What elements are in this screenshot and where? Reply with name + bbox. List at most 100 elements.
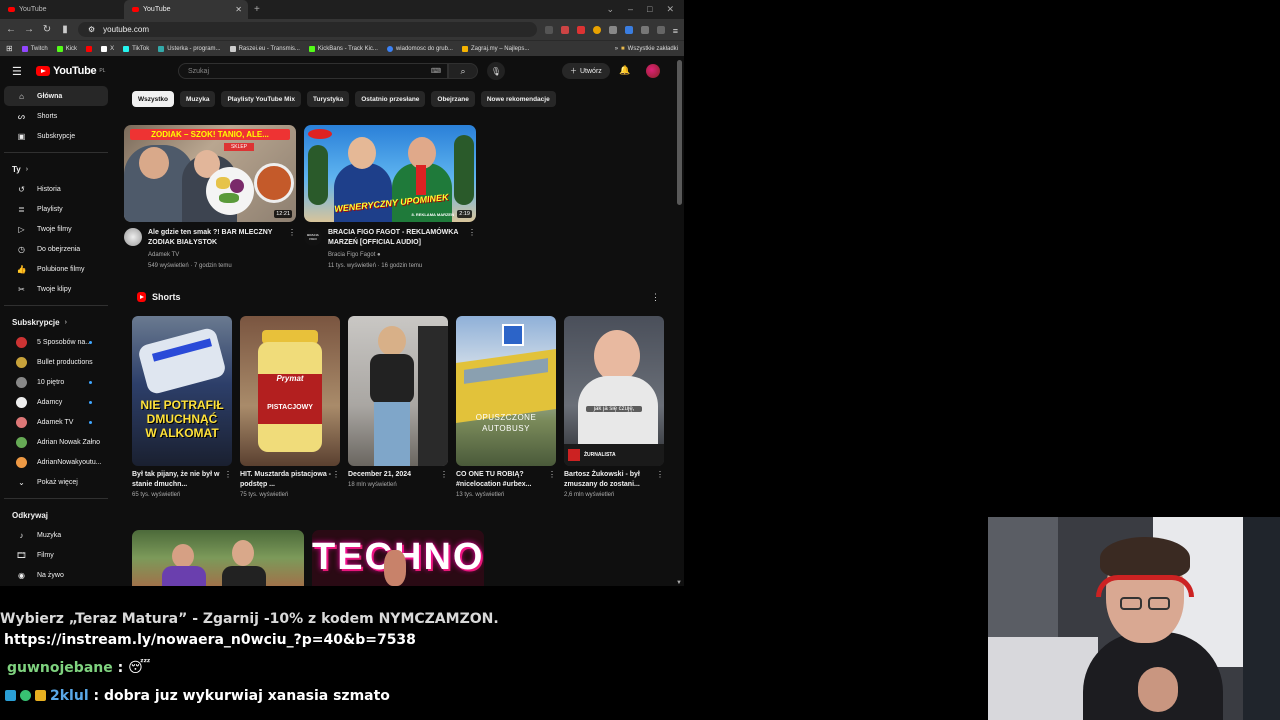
video-thumbnail[interactable]: WENERYCZNY UPOMINEK 8. REKLAMA MARZEŃ 2:… <box>304 125 476 222</box>
site-info-icon[interactable]: ⚙ <box>88 25 95 34</box>
sidebar-item-shorts[interactable]: ᔕ Shorts <box>4 106 108 126</box>
bookmark-item[interactable]: Twitch <box>21 45 48 52</box>
sidebar-item-subscriptions[interactable]: ▣ Subskrypcje <box>4 126 108 146</box>
extension-icon[interactable] <box>608 25 617 34</box>
video-thumbnail[interactable]: TECHNO <box>312 530 484 586</box>
short-thumbnail[interactable]: NIE POTRAFIŁ DMUCHNĄĆ W ALKOMAT <box>132 316 232 466</box>
bookmark-item[interactable] <box>86 45 93 52</box>
sidebar-section-you[interactable]: Ty › <box>0 159 116 179</box>
short-card[interactable]: December 21, 2024 ⋮ 18 mln wyświetleń <box>348 316 448 488</box>
search-input[interactable]: Szukaj ⌨ <box>178 63 448 79</box>
all-bookmarks[interactable]: » ■ Wszystkie zakładki <box>615 46 678 52</box>
voice-search-button[interactable]: 🎙 <box>487 62 505 80</box>
sidebar-sub-channel[interactable]: Adamcy <box>4 392 108 412</box>
more-actions-icon[interactable]: ⋮ <box>332 470 340 490</box>
hamburger-menu-icon[interactable]: ☰ <box>12 65 26 78</box>
apps-icon[interactable]: ⊞ <box>6 44 13 53</box>
maximize-icon[interactable]: □ <box>647 4 652 15</box>
tab-search-icon[interactable]: ⌄ <box>606 4 614 15</box>
sidebar-sub-channel[interactable]: AdrianNowakyoutu... <box>4 452 108 472</box>
back-icon[interactable]: ← <box>6 24 16 35</box>
chip-music[interactable]: Muzyka <box>179 91 216 107</box>
chip-new-recommendations[interactable]: Nowe rekomendacje <box>480 91 556 107</box>
short-title[interactable]: HIT. Musztarda pistacjowa - podstęp ... <box>240 470 332 490</box>
bookmark-item[interactable]: Raszei.eu - Transmis... <box>229 45 300 52</box>
more-actions-icon[interactable]: ⋮ <box>656 470 664 490</box>
forward-icon[interactable]: → <box>24 24 34 35</box>
short-thumbnail[interactable]: OPUSZCZONE AUTOBUSY <box>456 316 556 466</box>
bookmark-item[interactable]: TikTok <box>123 45 149 52</box>
account-avatar[interactable] <box>646 64 660 78</box>
sidebar-item-music[interactable]: ♪ Muzyka <box>4 525 108 545</box>
extension-icon[interactable] <box>544 25 553 34</box>
keyboard-icon[interactable]: ⌨ <box>431 67 441 75</box>
sidebar-item-history[interactable]: ↺ Historia <box>4 179 108 199</box>
short-title[interactable]: December 21, 2024 <box>348 470 440 480</box>
chip-watched[interactable]: Obejrzane <box>431 91 475 107</box>
chip-mix[interactable]: Playlisty YouTube Mix <box>221 91 302 107</box>
minimize-icon[interactable]: – <box>628 4 633 15</box>
extension-icon[interactable] <box>624 25 633 34</box>
video-thumbnail[interactable] <box>132 530 304 586</box>
bookmark-item[interactable]: KickBans - Track Kic... <box>308 45 378 52</box>
menu-icon[interactable]: ≡ <box>673 26 678 36</box>
sidebar-item-your-videos[interactable]: ▷ Twoje filmy <box>4 219 108 239</box>
more-actions-icon[interactable]: ⋮ <box>468 228 476 272</box>
close-tab-icon[interactable]: ✕ <box>235 5 242 14</box>
sidebar-item-live[interactable]: ◉ Na żywo <box>4 565 108 585</box>
extension-icon[interactable] <box>640 25 649 34</box>
sidebar-sub-channel[interactable]: Adrian Nowak Załno <box>4 432 108 452</box>
search-button[interactable]: ⌕ <box>448 63 478 79</box>
chip-all[interactable]: Wszystko <box>132 91 174 107</box>
more-actions-icon[interactable]: ⋮ <box>224 470 232 490</box>
extension-icon[interactable] <box>560 25 569 34</box>
sidebar-item-playlists[interactable]: ≣ Playlisty <box>4 199 108 219</box>
extension-icon[interactable] <box>576 25 585 34</box>
sidebar-sub-channel[interactable]: Adamek TV <box>4 412 108 432</box>
reload-icon[interactable]: ↻ <box>42 24 52 35</box>
browser-tab-active[interactable]: YouTube ✕ <box>124 0 248 19</box>
video-title[interactable]: BRACIA FIGO FAGOT - REKLAMÓWKA MARZEŃ [O… <box>328 228 462 248</box>
sidebar-sub-channel[interactable]: Bullet productions <box>4 352 108 372</box>
short-thumbnail[interactable] <box>348 316 448 466</box>
bookmark-item[interactable]: Kick <box>56 45 77 52</box>
bookmark-icon[interactable]: ▮ <box>60 24 70 35</box>
scroll-down-arrow-icon[interactable]: ▼ <box>676 580 682 586</box>
video-card[interactable]: WENERYCZNY UPOMINEK 8. REKLAMA MARZEŃ 2:… <box>304 125 476 272</box>
video-thumbnail[interactable]: SKLEP ZODIAK – SZOK! TANIO, ALE... 12:21 <box>124 125 296 222</box>
address-bar[interactable]: ⚙ youtube.com <box>78 22 537 37</box>
short-card[interactable]: NIE POTRAFIŁ DMUCHNĄĆ W ALKOMAT Był tak … <box>132 316 232 498</box>
short-title[interactable]: Bartosz Żukowski - był zmuszany do zosta… <box>564 470 656 490</box>
sidebar-sub-channel[interactable]: 10 piętro <box>4 372 108 392</box>
more-actions-icon[interactable]: ⋮ <box>440 470 448 480</box>
more-actions-icon[interactable]: ⋮ <box>651 292 660 303</box>
channel-name[interactable]: Bracia Figo Fagot ● <box>328 250 462 261</box>
youtube-logo[interactable]: YouTube PL <box>36 65 105 77</box>
video-title[interactable]: Ale gdzie ten smak ?! BAR MLECZNY ZODIAK… <box>148 228 282 248</box>
short-card[interactable]: Prymat PISTACJOWY HIT. Musztarda pistacj… <box>240 316 340 498</box>
short-card[interactable]: jak ja się czuję, ŻURNALISTA Bartosz Żuk… <box>564 316 664 498</box>
video-card[interactable]: SKLEP ZODIAK – SZOK! TANIO, ALE... 12:21… <box>124 125 296 272</box>
short-thumbnail[interactable]: Prymat PISTACJOWY <box>240 316 340 466</box>
create-button[interactable]: ＋ Utwórz <box>562 63 610 79</box>
channel-avatar[interactable]: BRACIA FIGO <box>304 228 322 246</box>
bookmark-item[interactable]: Usterka - program... <box>158 45 221 52</box>
bookmark-item[interactable]: wiadomosc do grub... <box>386 45 453 52</box>
short-card[interactable]: OPUSZCZONE AUTOBUSY CO ONE TU ROBIĄ? #ni… <box>456 316 556 498</box>
short-thumbnail[interactable]: jak ja się czuję, ŻURNALISTA <box>564 316 664 466</box>
show-more-button[interactable]: ⌄ Pokaż więcej <box>4 472 108 492</box>
sidebar-item-clips[interactable]: ✂ Twoje klipy <box>4 279 108 299</box>
extension-icon[interactable] <box>592 25 601 34</box>
sidebar-item-watch-later[interactable]: ◷ Do obejrzenia <box>4 239 108 259</box>
sidebar-item-home[interactable]: ⌂ Główna <box>4 86 108 106</box>
chip-tourism[interactable]: Turystyka <box>307 91 350 107</box>
browser-tab[interactable]: YouTube <box>0 0 124 19</box>
notifications-bell-icon[interactable]: 🔔 <box>619 65 630 76</box>
bookmark-item[interactable]: X <box>101 45 114 52</box>
channel-avatar[interactable] <box>124 228 142 246</box>
more-actions-icon[interactable]: ⋮ <box>288 228 296 272</box>
channel-name[interactable]: Adamek TV <box>148 250 282 261</box>
chip-recent[interactable]: Ostatnio przesłane <box>355 91 426 107</box>
bookmark-item[interactable]: Zagraj.my – Najleps... <box>461 45 529 52</box>
new-tab-button[interactable]: + <box>248 4 266 15</box>
